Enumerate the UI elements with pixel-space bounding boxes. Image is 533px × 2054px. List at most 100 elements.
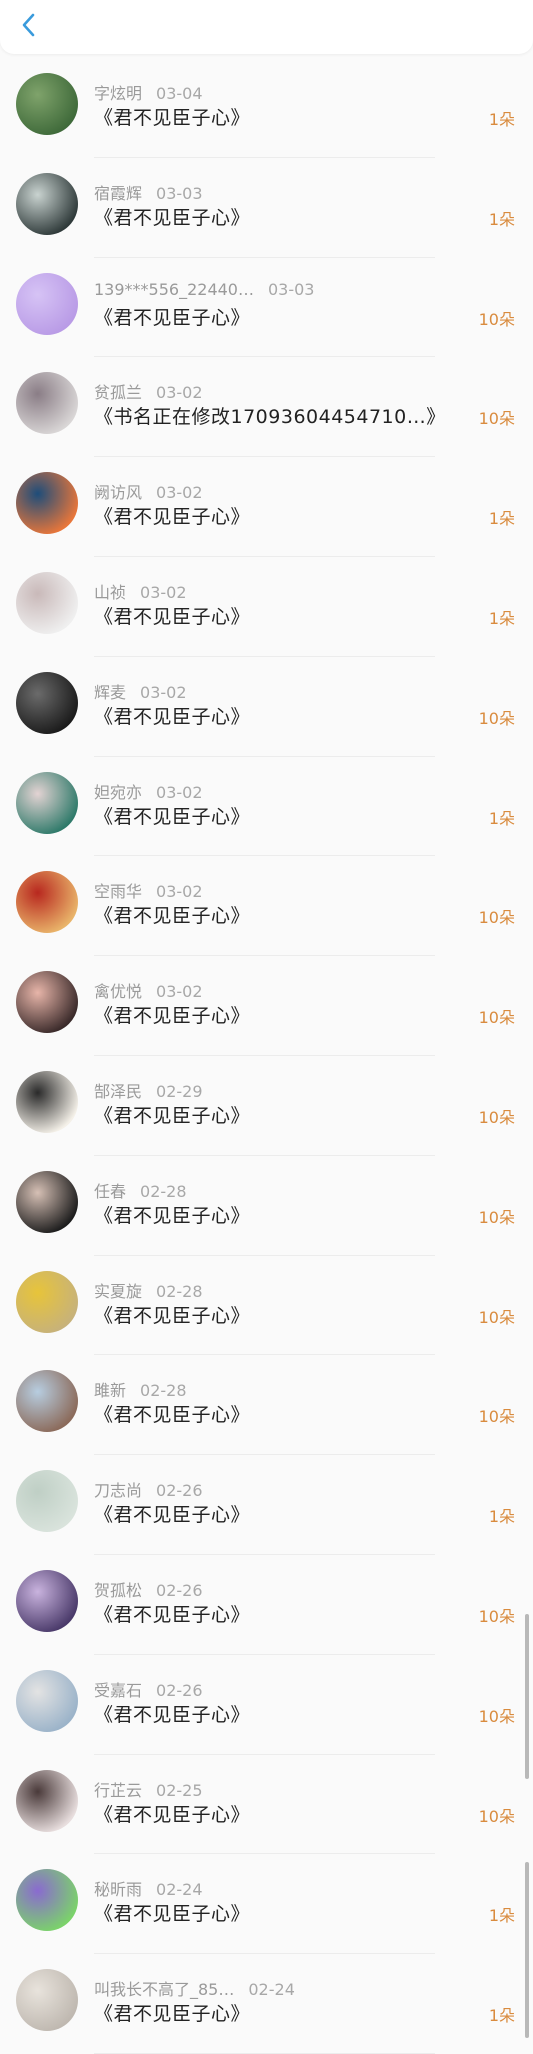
flower-amount: 10朵 (478, 1307, 515, 1327)
flower-amount: 10朵 (478, 1207, 515, 1227)
sender-name: 禽优悦 03-02 (94, 978, 203, 1002)
sender-name-text: 禽优悦 (94, 982, 143, 1002)
avatar[interactable] (16, 1170, 78, 1233)
list-item[interactable]: 行芷云 02-25 《君不见臣子心》 10朵 (0, 1755, 533, 1855)
gift-date: 03-02 (156, 782, 203, 802)
list-item[interactable]: 雎新 02-28 《君不见臣子心》 10朵 (0, 1355, 533, 1456)
sender-name: 贫孤兰 03-02 (94, 379, 203, 403)
flower-amount: 10朵 (478, 1606, 515, 1626)
list-item[interactable]: 刀志尚 02-26 《君不见臣子心》 1朵 (0, 1455, 533, 1555)
list-item[interactable]: 任春 02-28 《君不见臣子心》 10朵 (0, 1156, 533, 1256)
list-item[interactable]: 叫我长不高了_85… 02-24 《君不见臣子心》 1朵 (0, 1954, 533, 2054)
sender-name-text: 139***556_22440… (94, 279, 254, 299)
sender-name-text: 叫我长不高了_85… (94, 1980, 235, 2000)
list-item[interactable]: 郜泽民 02-29 《君不见臣子心》 10朵 (0, 1056, 533, 1156)
avatar[interactable] (16, 571, 78, 634)
sender-name: 139***556_22440… 03-03 (94, 280, 314, 299)
book-title: 《君不见臣子心》 (94, 705, 251, 728)
chevron-left-icon[interactable] (16, 10, 42, 40)
sender-name-text: 山祯 (94, 582, 127, 602)
book-title: 《君不见臣子心》 (94, 905, 251, 928)
avatar[interactable] (16, 1470, 78, 1533)
avatar[interactable] (16, 1070, 78, 1133)
gift-date: 03-02 (140, 682, 187, 702)
sender-name: 受嘉石 02-26 (94, 1677, 203, 1701)
book-title: 《君不见臣子心》 (94, 1703, 251, 1726)
scrollbar-lower[interactable] (525, 1862, 529, 2038)
book-title: 《书名正在修改17093604454710…》 (94, 406, 446, 429)
list-item[interactable]: 贫孤兰 03-02 《书名正在修改17093604454710…》 10朵 (0, 357, 533, 458)
avatar[interactable] (16, 1370, 78, 1433)
list-item[interactable]: 空雨华 03-02 《君不见臣子心》 10朵 (0, 856, 533, 957)
sender-name-text: 郜泽民 (94, 1081, 143, 1101)
book-title: 《君不见臣子心》 (94, 506, 251, 529)
gift-date: 03-03 (267, 279, 315, 299)
flower-amount: 10朵 (478, 1008, 515, 1028)
avatar[interactable] (16, 1869, 78, 1932)
gift-date: 02-28 (140, 1381, 187, 1401)
avatar[interactable] (16, 771, 78, 834)
gift-date: 03-02 (140, 582, 187, 602)
avatar[interactable] (16, 372, 78, 435)
flower-amount: 1朵 (488, 1507, 515, 1527)
list-item[interactable]: 贺孤松 02-26 《君不见臣子心》 10朵 (0, 1555, 533, 1655)
list-item[interactable]: 实夏旋 02-28 《君不见臣子心》 10朵 (0, 1256, 533, 1356)
list-item[interactable]: 字炫明 03-04 《君不见臣子心》 1朵 (0, 58, 533, 158)
list-item[interactable]: 禽优悦 03-02 《君不见臣子心》 10朵 (0, 956, 533, 1056)
avatar[interactable] (16, 971, 78, 1034)
sender-name-text: 任春 (94, 1181, 127, 1201)
sender-name: 秘昕雨 02-24 (94, 1876, 203, 1900)
sender-name: 行芷云 02-25 (94, 1777, 203, 1801)
avatar[interactable] (16, 1270, 78, 1333)
book-title: 《君不见臣子心》 (94, 805, 251, 828)
list-item[interactable]: 妲宛亦 03-02 《君不见臣子心》 1朵 (0, 757, 533, 857)
sender-name-text: 秘昕雨 (94, 1880, 143, 1900)
list-item[interactable]: 辉麦 03-02 《君不见臣子心》 10朵 (0, 657, 533, 757)
sender-name: 空雨华 03-02 (94, 878, 203, 902)
book-title: 《君不见臣子心》 (94, 2003, 251, 2026)
flower-amount: 10朵 (478, 1806, 515, 1826)
gift-record-list: 字炫明 03-04 《君不见臣子心》 1朵 宿霞辉 03-03 《君不见臣子心》 1… (0, 58, 533, 2054)
sender-name-text: 贫孤兰 (94, 383, 143, 403)
avatar[interactable] (16, 1569, 78, 1632)
gift-date: 02-28 (140, 1181, 187, 1201)
scrollbar-upper[interactable] (525, 1614, 529, 1779)
book-title: 《君不见臣子心》 (94, 1204, 251, 1227)
sender-name-text: 贺孤松 (94, 1580, 143, 1600)
flower-amount: 10朵 (478, 309, 515, 329)
flower-amount: 10朵 (478, 1706, 515, 1726)
gift-date: 03-02 (156, 483, 203, 503)
avatar[interactable] (16, 272, 78, 335)
list-item[interactable]: 139***556_22440… 03-03 《君不见臣子心》 10朵 (0, 258, 533, 358)
list-item[interactable]: 受嘉石 02-26 《君不见臣子心》 10朵 (0, 1655, 533, 1755)
book-title: 《君不见臣子心》 (94, 107, 251, 129)
avatar[interactable] (16, 472, 78, 535)
sender-name-text: 妲宛亦 (94, 782, 143, 802)
book-title: 《君不见臣子心》 (94, 1803, 251, 1826)
flower-amount: 1朵 (488, 1906, 515, 1926)
avatar[interactable] (16, 871, 78, 934)
gift-date: 03-02 (156, 882, 203, 902)
flower-amount: 1朵 (488, 110, 515, 129)
avatar[interactable] (16, 1969, 78, 2032)
book-title: 《君不见臣子心》 (94, 206, 251, 229)
flower-amount: 1朵 (488, 209, 515, 229)
sender-name-text: 空雨华 (94, 882, 143, 902)
avatar[interactable] (16, 1769, 78, 1832)
sender-name-text: 行芷云 (94, 1780, 143, 1800)
flower-amount: 10朵 (478, 908, 515, 928)
avatar[interactable] (16, 73, 78, 135)
sender-name: 实夏旋 02-28 (94, 1278, 203, 1302)
avatar[interactable] (16, 1669, 78, 1732)
sender-name-text: 雎新 (94, 1381, 127, 1401)
avatar[interactable] (16, 172, 78, 235)
list-item[interactable]: 阙访风 03-02 《君不见臣子心》 1朵 (0, 457, 533, 557)
list-item[interactable]: 秘昕雨 02-24 《君不见臣子心》 1朵 (0, 1854, 533, 1955)
gift-date: 02-29 (156, 1081, 203, 1101)
list-item[interactable]: 宿霞辉 03-03 《君不见臣子心》 1朵 (0, 158, 533, 258)
sender-name: 贺孤松 02-26 (94, 1577, 203, 1601)
sender-name: 辉麦 03-02 (94, 679, 187, 703)
list-item[interactable]: 山祯 03-02 《君不见臣子心》 1朵 (0, 557, 533, 657)
gift-date: 02-28 (156, 1281, 203, 1301)
avatar[interactable] (16, 671, 78, 734)
